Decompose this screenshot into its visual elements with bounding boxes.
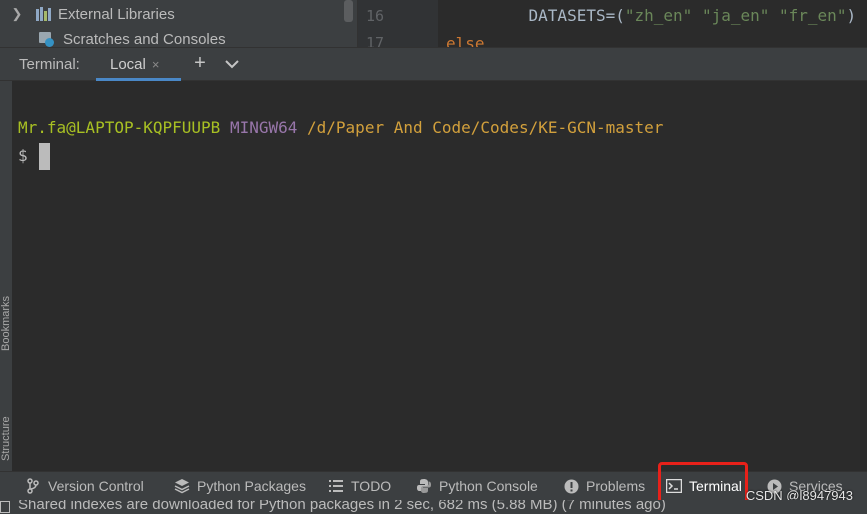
chevron-right-icon[interactable]: ❯ <box>0 6 26 22</box>
terminal-input-line: $ <box>18 146 38 165</box>
code-keyword: else <box>446 34 485 47</box>
branch-icon <box>25 478 41 494</box>
prompt-path: /d/Paper And Code/Codes/KE-GCN-master <box>307 118 664 137</box>
chevron-down-icon[interactable] <box>222 54 242 74</box>
code-string: "ja_en" <box>701 6 770 25</box>
tool-label: TODO <box>351 478 392 494</box>
prompt-user-host: Mr.fa@LAPTOP-KQPFUUPB <box>18 118 221 137</box>
terminal-prompt: Mr.fa@LAPTOP-KQPFUUPB MINGW64 /d/Paper A… <box>18 118 663 137</box>
code-string: "zh_en" <box>624 6 693 25</box>
top-strip: ❯ External Libraries Scratches and Conso… <box>0 0 867 47</box>
bookmarks-stripe-button[interactable]: Bookmarks <box>0 261 12 351</box>
tool-label: Terminal <box>689 478 742 494</box>
tool-problems[interactable]: Problems <box>563 472 645 500</box>
library-icon <box>36 7 56 21</box>
code-line: DATASETS=("zh_en" "ja_en" "fr_en") <box>490 6 857 25</box>
packages-icon <box>174 478 190 494</box>
project-tree: ❯ External Libraries Scratches and Conso… <box>0 0 358 47</box>
warning-icon <box>563 478 579 494</box>
tool-window-bar: Version Control Python Packages TODO Pyt… <box>0 471 867 500</box>
status-panel-icon[interactable] <box>0 501 10 513</box>
close-icon[interactable]: × <box>152 57 160 72</box>
status-message[interactable]: Shared indexes are downloaded for Python… <box>18 500 666 513</box>
tool-label: Python Packages <box>197 478 306 494</box>
code-string: "fr_en" <box>779 6 847 25</box>
new-tab-button[interactable]: + <box>190 52 210 75</box>
tool-label: Problems <box>586 478 646 494</box>
terminal-output[interactable]: Mr.fa@LAPTOP-KQPFUUPB MINGW64 /d/Paper A… <box>12 81 867 471</box>
status-bar: Shared indexes are downloaded for Python… <box>0 500 867 514</box>
terminal-icon <box>666 478 682 494</box>
line-number-gutter: 16 17 <box>358 0 438 47</box>
tree-item-scratches[interactable]: Scratches and Consoles <box>0 27 226 47</box>
terminal-header: Terminal: Local × + <box>0 47 867 81</box>
left-tool-stripe: Bookmarks Structure <box>0 81 12 471</box>
line-number: 17 <box>365 34 384 47</box>
line-number: 16 <box>365 7 384 25</box>
scratches-icon <box>38 31 56 47</box>
tool-python-packages[interactable]: Python Packages <box>174 472 306 500</box>
tool-version-control[interactable]: Version Control <box>25 472 144 500</box>
tool-label: Version Control <box>48 478 144 494</box>
todo-list-icon <box>328 478 344 494</box>
tool-python-console[interactable]: Python Console <box>416 472 538 500</box>
tool-todo[interactable]: TODO <box>328 472 391 500</box>
code-editor[interactable]: DATASETS=("zh_en" "ja_en" "fr_en") else <box>438 0 867 47</box>
tree-item-label: External Libraries <box>58 5 175 23</box>
python-icon <box>416 478 432 494</box>
tab-label: Local <box>110 56 146 73</box>
terminal-cursor <box>39 143 50 170</box>
tree-scrollbar[interactable] <box>344 0 353 22</box>
tab-local[interactable]: Local × <box>96 48 181 81</box>
code-text: DATASETS=( <box>490 6 625 25</box>
tool-label: Python Console <box>439 478 538 494</box>
tree-item-external-libraries[interactable]: ❯ External Libraries <box>0 2 175 26</box>
terminal-title: Terminal: <box>19 56 80 73</box>
tool-terminal[interactable]: Terminal <box>666 472 742 500</box>
tree-item-label: Scratches and Consoles <box>63 30 226 48</box>
structure-stripe-button[interactable]: Structure <box>0 371 12 461</box>
prompt-env: MINGW64 <box>229 118 298 137</box>
code-text: ) <box>846 6 857 25</box>
